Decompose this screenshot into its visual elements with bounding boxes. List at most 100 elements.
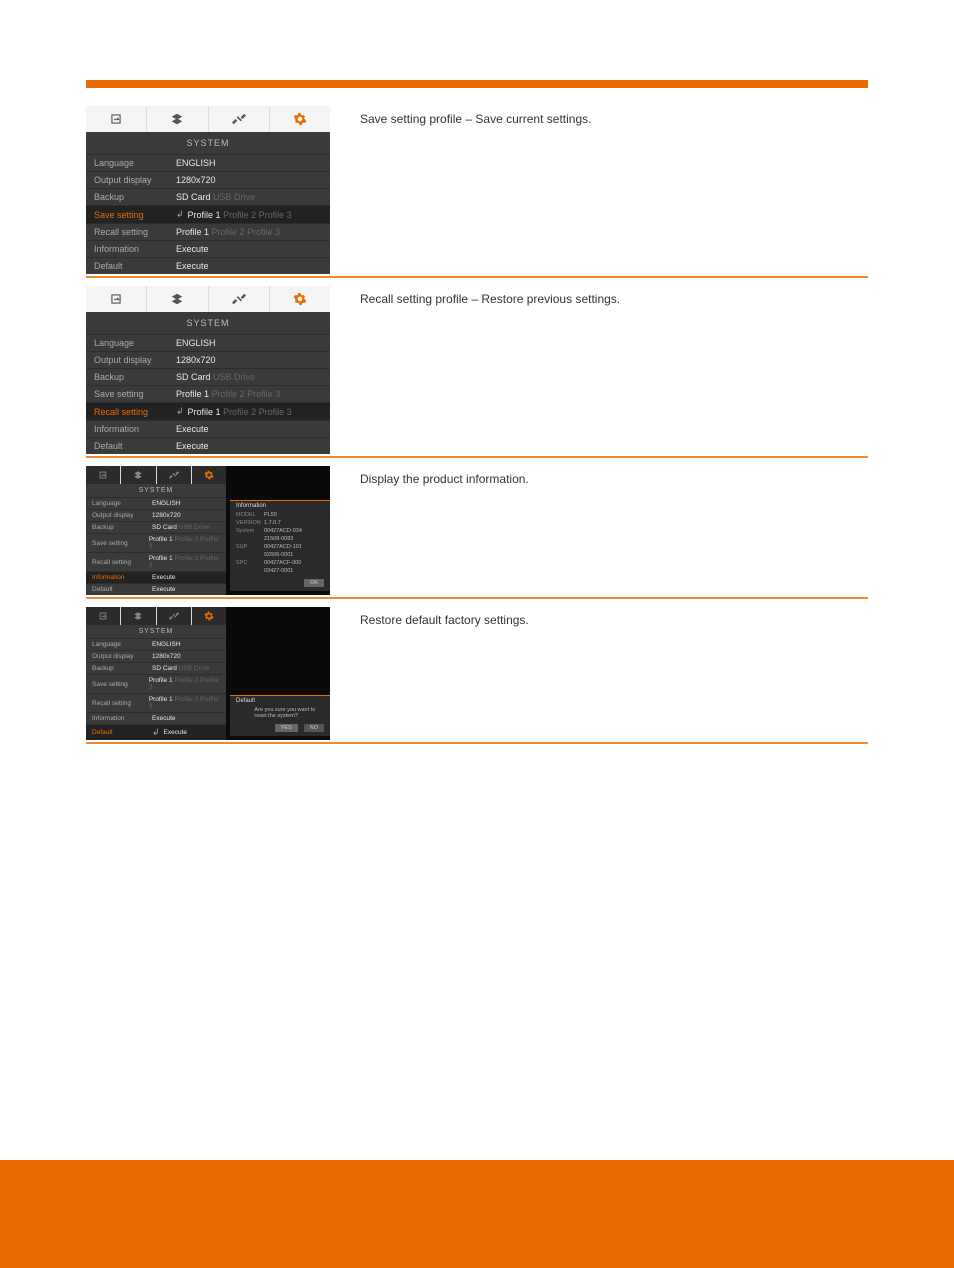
menu-row[interactable]: DefaultExecute xyxy=(86,583,226,595)
dialog-title: Default xyxy=(230,696,330,706)
menu-value-option: Profile 2 xyxy=(173,536,199,543)
menu-tab[interactable] xyxy=(86,106,147,132)
dialog-popup: DefaultAre you sure you want to reset th… xyxy=(230,695,330,736)
image-tab-icon xyxy=(109,112,123,126)
menu-row[interactable]: InformationExecute xyxy=(86,240,330,257)
menu-tab[interactable] xyxy=(192,607,226,625)
menu-value-option: Profile 1 xyxy=(188,210,221,220)
doc-row: SYSTEMLanguageENGLISHOutput display1280x… xyxy=(86,607,868,744)
screenshot-thumb: SYSTEMLanguageENGLISHOutput display1280x… xyxy=(86,106,330,274)
image-tab-icon xyxy=(109,292,123,306)
menu-tab[interactable] xyxy=(270,106,330,132)
menu-row-label: Output display xyxy=(94,355,176,365)
menu-tab[interactable] xyxy=(157,466,192,484)
menu-row[interactable]: Output display1280x720 xyxy=(86,509,226,521)
menu-row-value: Profile 1 Profile 2 Profile 3 xyxy=(176,389,280,399)
menu-value-option: SD Card xyxy=(176,372,211,382)
panel-title: SYSTEM xyxy=(86,484,226,497)
menu-row-value: Profile 1 Profile 2 Profile 3 xyxy=(149,696,220,710)
menu-value-option: Profile 2 xyxy=(209,227,245,237)
menu-row[interactable]: BackupSD Card USB Drive xyxy=(86,368,330,385)
menu-tab[interactable] xyxy=(86,286,147,312)
menu-row[interactable]: InformationExecute xyxy=(86,712,226,724)
menu-row[interactable]: Save setting↲Profile 1 Profile 2 Profile… xyxy=(86,205,330,223)
menu-row-label: Recall setting xyxy=(94,407,176,417)
menu-row-value: Execute xyxy=(176,244,209,254)
menu-value-option: Execute xyxy=(176,244,209,254)
dialog-row: SPC00427ACF-000 xyxy=(230,559,330,567)
menu-row-value: Profile 1 Profile 2 Profile 3 xyxy=(149,677,220,691)
menu-row-value: ENGLISH xyxy=(176,338,216,348)
layers-tab-icon xyxy=(170,292,184,306)
dialog-row: MODELPL50 xyxy=(230,511,330,519)
menu-row[interactable]: Default↲Execute xyxy=(86,724,226,740)
menu-row[interactable]: Recall settingProfile 1 Profile 2 Profil… xyxy=(86,693,226,712)
dialog-row: 03427-0001 xyxy=(230,567,330,575)
menu-tab[interactable] xyxy=(86,607,121,625)
dialog-row-value: PL50 xyxy=(264,512,277,518)
screenshot-thumb: SYSTEMLanguageENGLISHOutput display1280x… xyxy=(86,607,330,740)
menu-row[interactable]: LanguageENGLISH xyxy=(86,497,226,509)
menu-tab[interactable] xyxy=(121,466,156,484)
menu-row[interactable]: Output display1280x720 xyxy=(86,650,226,662)
menu-row[interactable]: BackupSD Card USB Drive xyxy=(86,521,226,533)
dialog-button[interactable]: YES xyxy=(275,724,298,732)
menu-row[interactable]: Recall settingProfile 1 Profile 2 Profil… xyxy=(86,223,330,240)
dialog-row-value: 00427ACD-034 xyxy=(264,528,302,534)
dialog-row-value: 1.7.0.7 xyxy=(264,520,281,526)
menu-row-label: Default xyxy=(94,441,176,451)
menu-row[interactable]: LanguageENGLISH xyxy=(86,334,330,351)
menu-row[interactable]: Output display1280x720 xyxy=(86,351,330,368)
menu-value-option: 1280x720 xyxy=(152,512,181,519)
menu-value-option: Profile 3 xyxy=(256,407,292,417)
menu-row-label: Language xyxy=(92,641,152,648)
menu-row[interactable]: Output display1280x720 xyxy=(86,171,330,188)
menu-row[interactable]: BackupSD Card USB Drive xyxy=(86,188,330,205)
dialog-title: Information xyxy=(230,501,330,511)
menu-row-label: Backup xyxy=(94,372,176,382)
dialog-row: 21508-0083 xyxy=(230,535,330,543)
image-tab-icon xyxy=(98,611,108,621)
dialog-button[interactable]: OK xyxy=(304,579,324,587)
menu-value-option: Profile 2 xyxy=(173,696,199,703)
dialog-row-value: Are you sure you want to reset the syste… xyxy=(254,707,324,719)
menu-row[interactable]: Recall setting↲Profile 1 Profile 2 Profi… xyxy=(86,402,330,420)
menu-row-label: Language xyxy=(94,338,176,348)
menu-row[interactable]: InformationExecute xyxy=(86,420,330,437)
menu-row-label: Recall setting xyxy=(92,700,149,707)
menu-tab[interactable] xyxy=(157,607,192,625)
dialog-button[interactable]: NO xyxy=(304,724,324,732)
menu-row-value: ENGLISH xyxy=(152,500,181,507)
menu-row-value: ENGLISH xyxy=(176,158,216,168)
menu-tab[interactable] xyxy=(209,286,270,312)
menu-row[interactable]: DefaultExecute xyxy=(86,437,330,454)
menu-row[interactable]: LanguageENGLISH xyxy=(86,154,330,171)
menu-tab[interactable] xyxy=(209,106,270,132)
menu-row-label: Recall setting xyxy=(92,559,149,566)
menu-tab[interactable] xyxy=(86,466,121,484)
menu-value-option: USB Drive xyxy=(177,524,209,531)
menu-row[interactable]: Save settingProfile 1 Profile 2 Profile … xyxy=(86,533,226,552)
menu-tab[interactable] xyxy=(270,286,330,312)
osd-panel: SYSTEMLanguageENGLISHOutput display1280x… xyxy=(86,106,330,274)
osd-panel: SYSTEMLanguageENGLISHOutput display1280x… xyxy=(86,286,330,454)
dialog-buttons: YES NO xyxy=(230,720,330,736)
menu-value-option: SD Card xyxy=(152,665,177,672)
menu-row[interactable]: DefaultExecute xyxy=(86,257,330,274)
menu-tab[interactable] xyxy=(192,466,226,484)
menu-value-option: Execute xyxy=(164,729,188,736)
menu-row[interactable]: LanguageENGLISH xyxy=(86,638,226,650)
menu-row[interactable]: Save settingProfile 1 Profile 2 Profile … xyxy=(86,385,330,402)
menu-value-option: Profile 2 xyxy=(173,555,199,562)
dialog-row-key: MODEL xyxy=(236,512,264,518)
menu-row-label: Output display xyxy=(92,653,152,660)
menu-row[interactable]: Recall settingProfile 1 Profile 2 Profil… xyxy=(86,552,226,571)
menu-tab[interactable] xyxy=(147,286,208,312)
menu-tab[interactable] xyxy=(147,106,208,132)
menu-row[interactable]: BackupSD Card USB Drive xyxy=(86,662,226,674)
menu-row-label: Save setting xyxy=(92,681,149,688)
menu-row[interactable]: InformationExecute xyxy=(86,571,226,583)
menu-row[interactable]: Save settingProfile 1 Profile 2 Profile … xyxy=(86,674,226,693)
row-description: Recall setting profile – Restore previou… xyxy=(330,286,868,454)
menu-tab[interactable] xyxy=(121,607,156,625)
